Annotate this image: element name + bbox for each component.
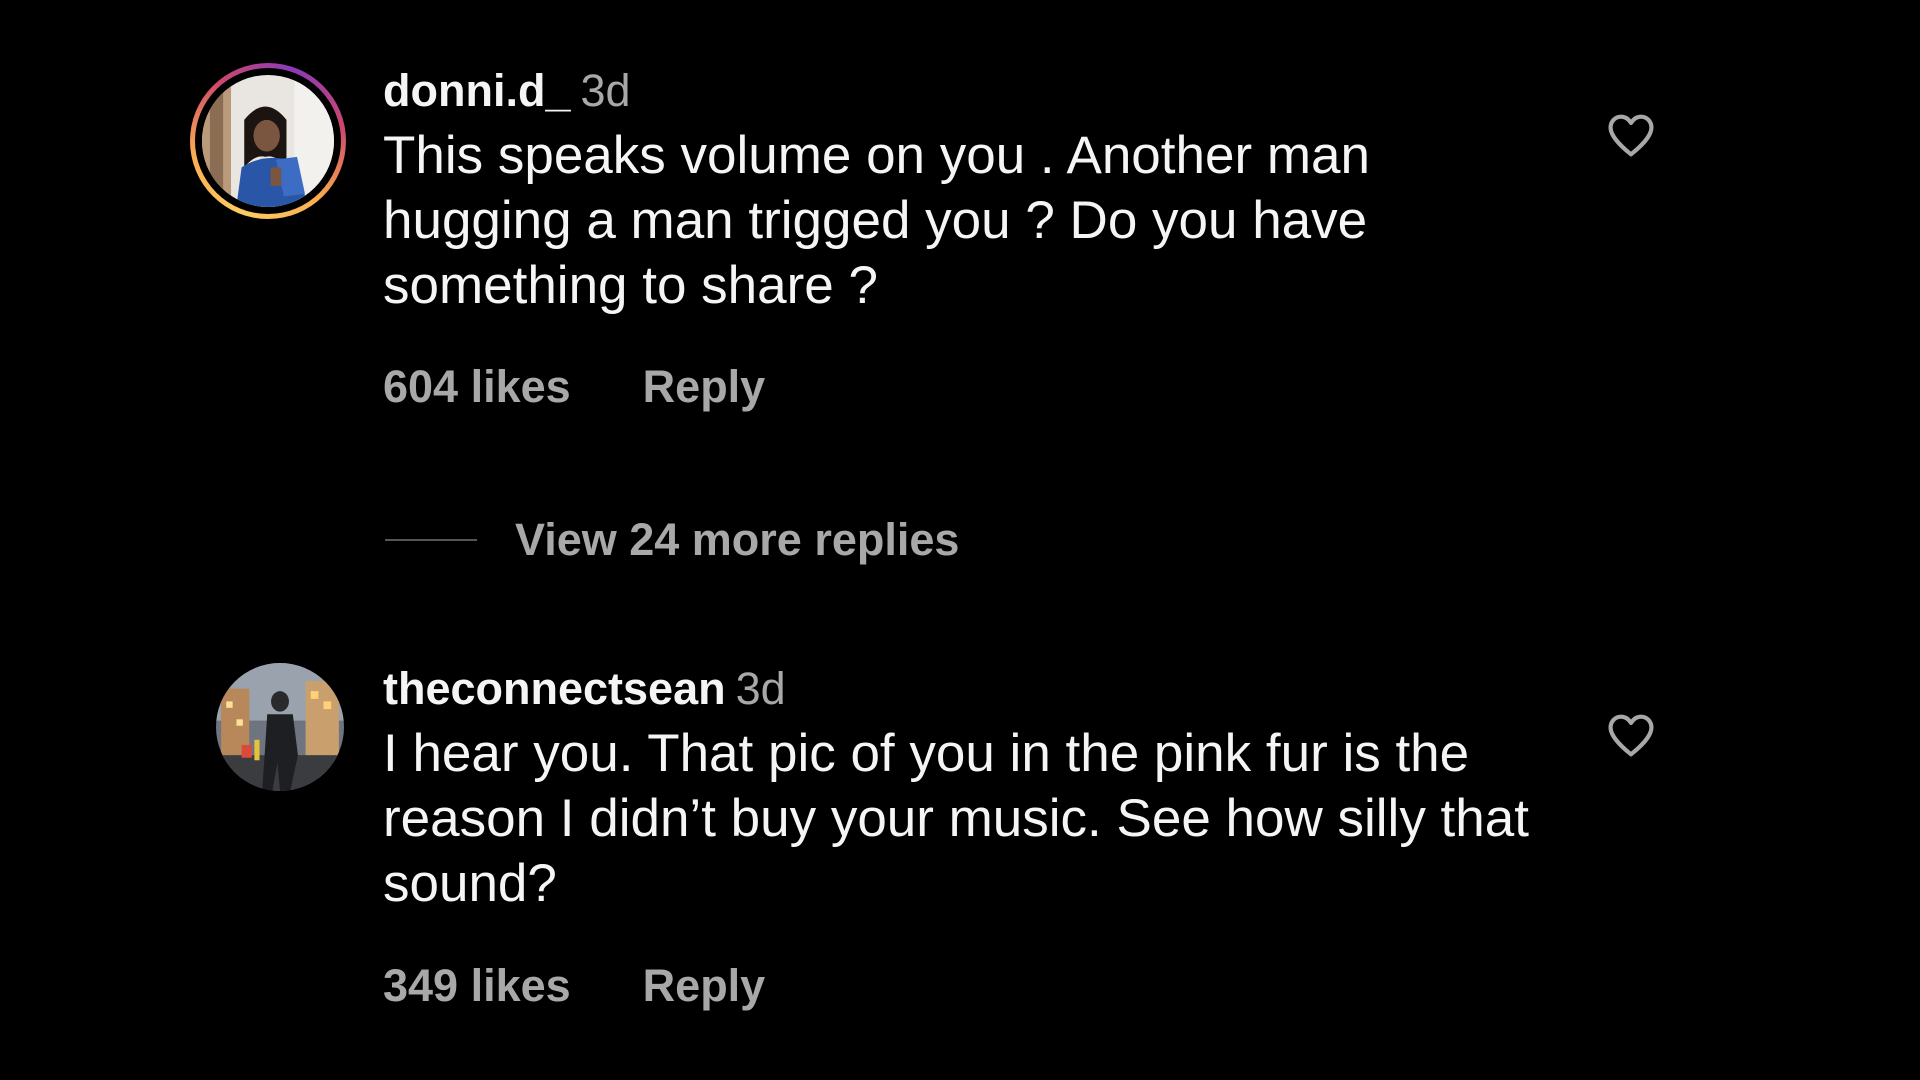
reply-button[interactable]: Reply — [643, 361, 766, 412]
username[interactable]: donni.d_ — [383, 65, 570, 116]
comment-header: donni.d_ 3d — [383, 61, 1543, 121]
view-more-replies[interactable]: View 24 more replies — [385, 510, 959, 570]
comment-header: theconnectsean 3d — [383, 659, 1543, 719]
likes-count[interactable]: 604 likes — [383, 361, 571, 412]
heart-outline-icon[interactable] — [1606, 712, 1656, 758]
avatar-image — [202, 75, 334, 207]
avatar-image — [216, 663, 344, 791]
avatar[interactable] — [216, 663, 344, 791]
timestamp: 3d — [580, 65, 631, 116]
username[interactable]: theconnectsean — [383, 663, 726, 714]
divider-line — [385, 539, 477, 541]
likes-count[interactable]: 349 likes — [383, 960, 571, 1011]
comment-text: I hear you. That pic of you in the pink … — [383, 724, 1529, 913]
view-more-replies-label[interactable]: View 24 more replies — [515, 514, 959, 566]
timestamp: 3d — [735, 663, 786, 714]
reply-button[interactable]: Reply — [643, 960, 766, 1011]
comment-text: This speaks volume on you . Another man … — [383, 126, 1370, 315]
avatar[interactable] — [190, 63, 346, 219]
comment-actions: 349 likes Reply — [383, 960, 765, 1012]
comment-actions: 604 likes Reply — [383, 361, 765, 413]
heart-outline-icon[interactable] — [1606, 112, 1656, 158]
